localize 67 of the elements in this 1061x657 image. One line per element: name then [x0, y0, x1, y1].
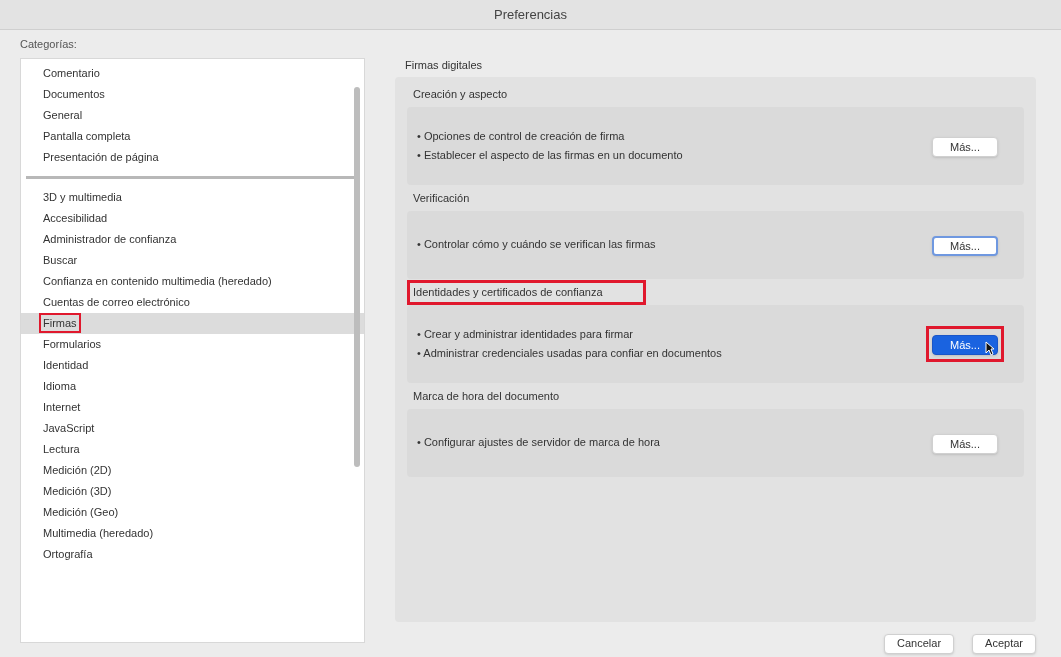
category-label: Medición (Geo) — [42, 504, 120, 520]
panel-title: Firmas digitales — [404, 58, 484, 73]
dialog-button[interactable]: Cancelar — [884, 633, 955, 654]
scrollbar-thumb[interactable] — [354, 86, 360, 467]
category-item[interactable]: Multimedia (heredado) — [21, 522, 364, 544]
section-title: Marca de hora del documento — [412, 389, 561, 405]
category-item[interactable]: Medición (3D) — [21, 480, 364, 502]
category-item[interactable]: JavaScript — [21, 417, 364, 439]
category-item[interactable]: Firmas — [21, 312, 364, 334]
category-label: Comentario — [42, 65, 101, 81]
category-item[interactable]: Ortografía — [21, 543, 364, 565]
category-label: Internet — [42, 399, 82, 415]
category-label: Ortografía — [42, 546, 94, 562]
category-label: Buscar — [42, 252, 79, 268]
more-button[interactable]: Más... — [932, 235, 998, 256]
section-title: Identidades y certificados de confianza — [407, 280, 646, 305]
category-item[interactable]: Confianza en contenido multimedia (heredado) — [21, 270, 364, 292]
category-item[interactable]: Medición (Geo) — [21, 501, 364, 523]
more-button[interactable]: Más... — [932, 433, 998, 454]
category-label: Lectura — [42, 441, 81, 457]
category-label: Pantalla completa — [42, 128, 132, 144]
category-label: Idioma — [42, 378, 78, 394]
category-item[interactable]: Idioma — [21, 375, 364, 397]
more-button[interactable]: Más... — [932, 334, 998, 355]
categories-label: Categorías: — [20, 37, 78, 52]
section-title: Verificación — [412, 191, 471, 207]
category-label: Firmas — [39, 312, 81, 334]
category-item[interactable]: Administrador de confianza — [21, 228, 364, 250]
category-item[interactable]: Medición (2D) — [21, 459, 364, 481]
category-label: Identidad — [42, 357, 90, 373]
category-item[interactable]: General — [21, 104, 364, 126]
category-label: Confianza en contenido multimedia (heredado) — [42, 273, 273, 289]
category-item[interactable]: Buscar — [21, 249, 364, 271]
category-label: Multimedia (heredado) — [42, 525, 155, 541]
category-item[interactable]: Internet — [21, 396, 364, 418]
bullet-text: • Crear y administrar identidades para firmar — [417, 327, 634, 342]
category-label: Administrador de confianza — [42, 231, 178, 247]
bullet-text: • Configurar ajustes de servidor de marca de hora — [417, 435, 660, 451]
category-item[interactable]: Formularios — [21, 333, 364, 355]
bullet-text: • Opciones de control de creación de firma — [417, 129, 626, 144]
more-button[interactable]: Más... — [932, 136, 998, 157]
category-label: Medición (2D) — [42, 462, 113, 478]
cursor-icon — [985, 340, 995, 356]
category-label: Documentos — [42, 86, 106, 102]
bullet-text: • Establecer el aspecto de las firmas en un documento — [417, 147, 683, 163]
category-item[interactable]: Cuentas de correo electrónico — [21, 291, 364, 313]
category-item[interactable]: Documentos — [21, 83, 364, 105]
section-title: Creación y aspecto — [412, 87, 509, 103]
category-label: JavaScript — [42, 420, 96, 436]
bullet-text: • Controlar cómo y cuándo se verifican las firmas — [417, 237, 656, 253]
category-label: Medición (3D) — [42, 483, 113, 499]
window-title: Preferencias — [494, 5, 567, 24]
category-item[interactable]: Presentación de página — [21, 146, 364, 168]
category-item[interactable]: Pantalla completa — [21, 125, 364, 147]
category-item[interactable]: Identidad — [21, 354, 364, 376]
category-item[interactable]: Accesibilidad — [21, 207, 364, 229]
category-label: 3D y multimedia — [42, 189, 123, 205]
category-item[interactable]: Lectura — [21, 438, 364, 460]
category-item[interactable]: 3D y multimedia — [21, 186, 364, 208]
category-label: Presentación de página — [42, 149, 160, 165]
category-label: Formularios — [42, 336, 103, 352]
dialog-button[interactable]: Aceptar — [972, 633, 1036, 654]
category-label: Accesibilidad — [42, 210, 109, 226]
category-label: Cuentas de correo electrónico — [42, 294, 191, 310]
category-item[interactable]: Comentario — [21, 62, 364, 84]
category-label: General — [42, 107, 84, 123]
bullet-text: • Administrar credenciales usadas para confiar en documentos — [417, 345, 722, 361]
